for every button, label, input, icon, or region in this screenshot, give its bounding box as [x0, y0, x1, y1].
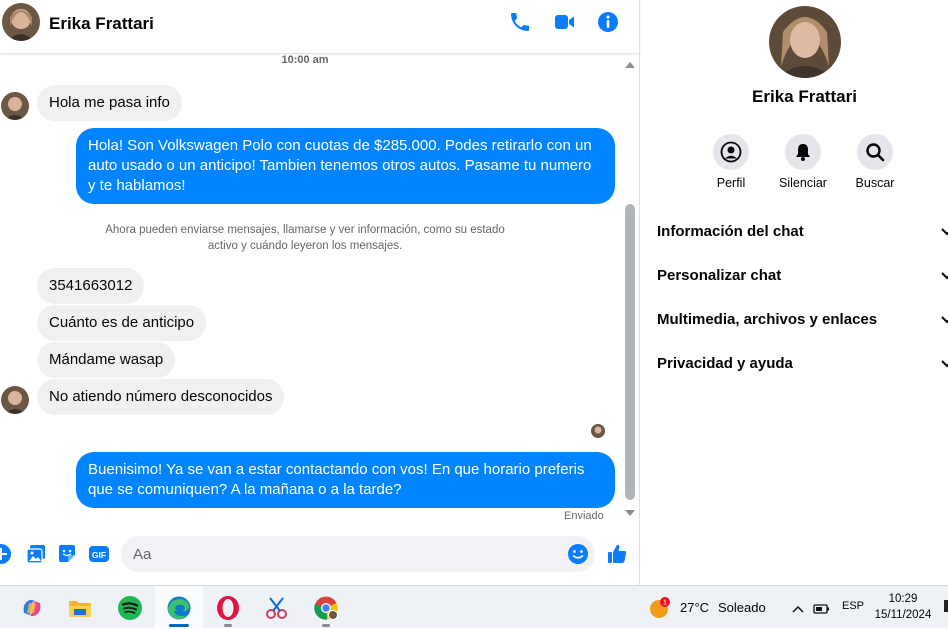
section-chat-info[interactable]: Información del chat	[657, 212, 948, 252]
search-button[interactable]: Buscar	[839, 134, 911, 190]
network-icon[interactable]	[813, 602, 831, 616]
snipping-tool-icon	[266, 596, 287, 619]
video-camera-icon[interactable]	[552, 10, 576, 34]
taskbar-chrome[interactable]	[302, 586, 350, 629]
mute-label: Silenciar	[779, 176, 827, 190]
scroll-thumb[interactable]	[625, 204, 635, 500]
chevron-down-icon	[941, 228, 948, 236]
message-input[interactable]	[121, 536, 595, 572]
profile-label: Perfil	[716, 176, 746, 190]
gif-icon[interactable]: GIF	[88, 543, 110, 565]
emoji-icon[interactable]	[567, 543, 589, 565]
chevron-down-icon	[941, 360, 948, 368]
gif-label: GIF	[92, 550, 106, 560]
connection-notice: Ahora pueden enviarse mensajes, llamarse…	[105, 224, 505, 252]
profile-button[interactable]: Perfil	[695, 134, 767, 190]
image-icon[interactable]	[25, 543, 47, 565]
info-icon[interactable]	[596, 10, 620, 34]
clock-date: 15/11/2024	[874, 609, 932, 621]
incoming-message[interactable]: Cuánto es de anticipo	[37, 305, 207, 341]
incoming-message[interactable]: 3541663012	[37, 268, 145, 304]
weather-badge: 1	[663, 600, 667, 607]
weather-description: Soleado	[718, 600, 766, 615]
taskbar-snipping-tool[interactable]	[253, 586, 301, 629]
taskbar-edge[interactable]	[155, 586, 203, 629]
taskbar-spotify[interactable]	[106, 586, 154, 629]
message-scrollbar[interactable]	[624, 58, 636, 520]
chat-panel: Erika Frattari 10:00 am Hola me pasa inf…	[0, 0, 640, 585]
incoming-message[interactable]: Mándame wasap	[37, 342, 176, 378]
outgoing-message[interactable]: Hola! Son Volkswagen Polo con cuotas de …	[76, 128, 615, 204]
contact-name[interactable]: Erika Frattari	[49, 14, 154, 34]
like-icon[interactable]	[606, 543, 628, 565]
search-icon	[866, 143, 885, 162]
taskbar-copilot[interactable]	[8, 586, 56, 629]
sent-status: Enviado	[564, 510, 604, 522]
message-composer: GIF	[0, 530, 640, 585]
sender-avatar	[1, 92, 29, 120]
contact-avatar[interactable]	[2, 3, 40, 41]
chevron-down-icon	[941, 316, 948, 324]
spotify-icon	[118, 595, 142, 620]
phone-icon[interactable]	[508, 10, 532, 34]
taskbar-opera[interactable]	[204, 586, 252, 629]
section-privacy-label: Privacidad y ayuda	[657, 355, 793, 372]
profile-name: Erika Frattari	[752, 87, 857, 106]
chat-header: Erika Frattari	[0, 0, 640, 54]
sender-avatar	[1, 386, 29, 414]
incoming-message[interactable]: No atiendo número desconocidos	[37, 379, 285, 415]
bell-icon	[796, 144, 810, 161]
message-timestamp: 10:00 am	[281, 54, 329, 66]
section-privacy-help[interactable]: Privacidad y ayuda	[657, 344, 948, 384]
edge-icon	[167, 596, 191, 619]
sun-icon: 1	[650, 597, 670, 618]
section-media-label: Multimedia, archivos y enlaces	[657, 311, 878, 328]
search-label: Buscar	[855, 176, 895, 190]
outgoing-message[interactable]: Buenisimo! Ya se van a estar contactando…	[76, 452, 615, 508]
scroll-down-arrow-icon[interactable]	[625, 510, 635, 516]
chevron-down-icon	[941, 272, 948, 280]
opera-icon	[217, 595, 239, 620]
sticker-icon[interactable]	[56, 543, 78, 565]
windows-taskbar: 1 27°C Soleado ESP 10:29 15/11/2024	[0, 585, 948, 629]
copilot-icon	[23, 599, 41, 616]
show-desktop-button[interactable]	[944, 600, 948, 612]
taskbar-file-explorer[interactable]	[56, 586, 104, 629]
scroll-up-arrow-icon[interactable]	[625, 62, 635, 68]
incoming-message[interactable]: Hola me pasa info	[37, 85, 182, 121]
profile-icon	[720, 141, 742, 163]
clock-time: 10:29	[888, 593, 918, 605]
show-hidden-icons-chevron-icon[interactable]	[791, 602, 805, 616]
section-customize-chat[interactable]: Personalizar chat	[657, 256, 948, 296]
input-language[interactable]: ESP	[842, 600, 864, 612]
plus-icon[interactable]	[0, 543, 12, 565]
contact-profile-photo[interactable]	[769, 6, 841, 78]
mute-button[interactable]: Silenciar	[767, 134, 839, 190]
seen-indicator-avatar	[591, 424, 605, 438]
section-media-files-links[interactable]: Multimedia, archivos y enlaces	[657, 300, 948, 340]
messenger-window: Erika Frattari 10:00 am Hola me pasa inf…	[0, 0, 948, 585]
file-explorer-icon	[69, 600, 91, 617]
chat-info-panel: Erika Frattari Perfil Silenciar Buscar I…	[641, 0, 948, 585]
message-list[interactable]: 10:00 am Hola me pasa info Hola! Son Vol…	[0, 54, 624, 530]
section-chat-info-label: Información del chat	[657, 223, 804, 240]
chrome-icon	[314, 596, 338, 620]
weather-temperature: 27°C	[680, 600, 710, 615]
system-clock[interactable]: 10:29 15/11/2024	[866, 591, 940, 623]
section-customize-label: Personalizar chat	[657, 267, 782, 284]
